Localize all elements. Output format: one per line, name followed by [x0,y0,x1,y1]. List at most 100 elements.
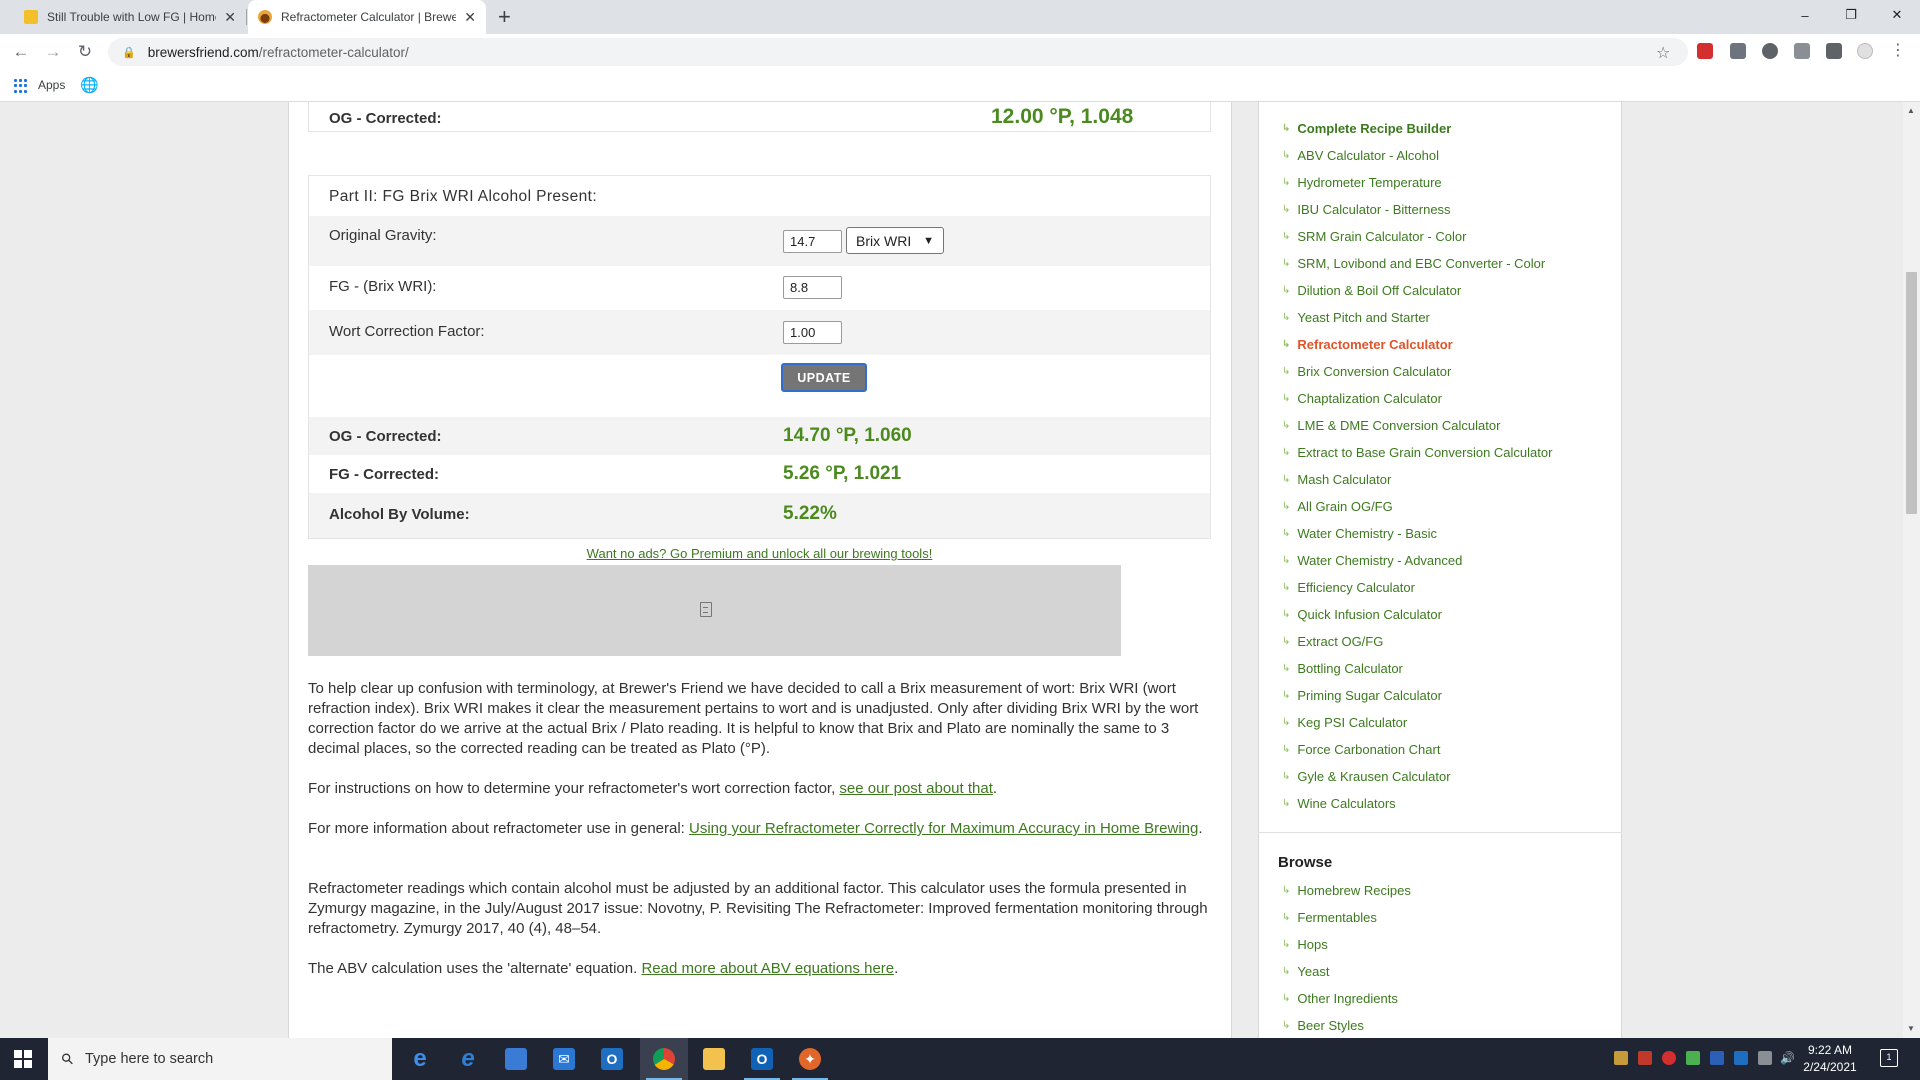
fox-app-icon[interactable]: ✦ [786,1038,834,1080]
sidebar-tool-item[interactable]: ↳ Force Carbonation Chart [1282,742,1440,757]
taskbar-search-box[interactable]: ⚲ Type here to search [48,1038,392,1080]
tray-network-app-icon[interactable] [1638,1051,1652,1065]
sidebar-browse-item[interactable]: ↳ Homebrew Recipes [1282,883,1411,898]
address-bar[interactable]: 🔒 brewersfriend.com/refractometer-calcul… [108,38,1688,66]
original-gravity-row: Original Gravity: 14.7 Brix WRI ▼ [308,216,1211,266]
back-arrow-icon[interactable]: ← [10,41,32,63]
tab-refractometer-calculator[interactable]: Refractometer Calculator | Brewe ✕ [248,0,486,34]
scrollbar-thumb[interactable] [1906,272,1917,514]
sidebar-tool-item[interactable]: ↳ Bottling Calculator [1282,661,1403,676]
arrow-icon: ↳ [1282,447,1291,458]
internet-explorer-app-icon[interactable]: e [444,1038,492,1080]
tray-network-icon[interactable] [1758,1051,1772,1065]
brewers-friend-favicon-icon [258,10,272,24]
taskbar-clock[interactable]: 9:22 AM 2/24/2021 [1790,1042,1870,1076]
sidebar-tool-label: IBU Calculator - Bitterness [1297,202,1451,217]
chrome-app-icon[interactable] [640,1038,688,1080]
update-button[interactable]: UPDATE [781,363,867,392]
file-explorer-app-icon[interactable] [690,1038,738,1080]
sidebar-tool-item[interactable]: ↳ Chaptalization Calculator [1282,391,1442,406]
fg-brix-input[interactable]: 8.8 [783,276,842,299]
sidebar-browse-item[interactable]: ↳ Hops [1282,937,1328,952]
sidebar-tool-item[interactable]: ↳ Mash Calculator [1282,472,1391,487]
chevron-down-icon: ▼ [923,234,934,247]
scroll-down-arrow-icon[interactable]: ▼ [1907,1024,1915,1033]
close-icon[interactable]: ✕ [224,9,236,26]
tray-shield-icon[interactable] [1686,1051,1700,1065]
bookmarks-bar: Apps 🌐 [0,70,1920,102]
page-scrollbar[interactable] [1903,102,1920,1038]
sidebar-tool-item[interactable]: ↳ Gyle & Krausen Calculator [1282,769,1451,784]
new-tab-button[interactable]: + [498,4,511,30]
forward-arrow-icon[interactable]: → [42,41,64,63]
sidebar-tool-item[interactable]: ↳ Extract to Base Grain Conversion Calcul… [1282,445,1552,460]
sidebar-tool-item[interactable]: ↳ Quick Infusion Calculator [1282,607,1442,622]
apps-bookmark[interactable]: Apps [38,78,65,92]
sidebar-browse-item[interactable]: ↳ Other Ingredients [1282,991,1398,1006]
scroll-up-arrow-icon[interactable]: ▲ [1907,106,1915,115]
tray-word-icon[interactable] [1710,1051,1724,1065]
sidebar-tool-item[interactable]: ↳ Water Chemistry - Advanced [1282,553,1462,568]
sidebar-tool-item[interactable]: ↳ Wine Calculators [1282,796,1396,811]
wort-correction-input[interactable]: 1.00 [783,321,842,344]
outlook-running-app-icon[interactable]: O [738,1038,786,1080]
sidebar-tool-item[interactable]: ↳ Extract OG/FG [1282,634,1383,649]
arrow-icon: ↳ [1282,993,1291,1004]
sidebar-tool-item[interactable]: ↳ Yeast Pitch and Starter [1282,310,1430,325]
apps-grid-icon[interactable] [14,79,28,93]
sidebar-tool-item[interactable]: ↳ SRM, Lovibond and EBC Converter - Color [1282,256,1545,271]
arrow-icon: ↳ [1282,939,1291,950]
mail-app-icon[interactable]: ✉ [540,1038,588,1080]
sidebar-tool-item[interactable]: ↳ All Grain OG/FG [1282,499,1393,514]
outlook-app-icon[interactable]: O [588,1038,636,1080]
sidebar-tool-item[interactable]: ↳ Dilution & Boil Off Calculator [1282,283,1461,298]
sidebar-tool-item[interactable]: ↳ SRM Grain Calculator - Color [1282,229,1466,244]
minimize-button[interactable]: – [1782,0,1828,30]
sidebar-tool-item[interactable]: ↳ Efficiency Calculator [1282,580,1415,595]
sidebar-tool-item[interactable]: ↳ IBU Calculator - Bitterness [1282,202,1451,217]
close-window-button[interactable]: ✕ [1874,0,1920,30]
go-premium-link[interactable]: Want no ads? Go Premium and unlock all o… [308,546,1211,561]
sidebar-tool-item[interactable]: ↳ Water Chemistry - Basic [1282,526,1437,541]
windows-start-icon[interactable] [14,1050,32,1068]
abv-equations-link[interactable]: Read more about ABV equations here [641,960,894,977]
profile-avatar-icon[interactable] [1857,43,1873,59]
refractometer-accuracy-link[interactable]: Using your Refractometer Correctly for M… [689,820,1198,837]
sidebar-tool-item[interactable]: ↳ LME & DME Conversion Calculator [1282,418,1500,433]
maximize-button[interactable]: ❐ [1828,0,1874,30]
circle-extension-icon[interactable] [1762,43,1778,59]
edge-app-icon[interactable]: e [396,1038,444,1080]
wcf-post-link[interactable]: see our post about that [839,780,992,797]
store-app-icon[interactable] [492,1038,540,1080]
original-gravity-unit-select[interactable]: Brix WRI ▼ [846,227,944,254]
sidebar-tool-item[interactable]: ↳ ABV Calculator - Alcohol [1282,148,1439,163]
screen-extension-icon[interactable] [1794,43,1810,59]
sidebar-tool-item[interactable]: ↳ Brix Conversion Calculator [1282,364,1451,379]
sidebar-browse-item[interactable]: ↳ Yeast [1282,964,1329,979]
globe-icon[interactable]: 🌐 [80,76,99,94]
sidebar-browse-item[interactable]: ↳ Fermentables [1282,910,1377,925]
acrobat-extension-icon[interactable] [1697,43,1713,59]
tab-still-trouble[interactable]: Still Trouble with Low FG | Home ✕ [14,0,246,34]
sidebar-tool-item[interactable]: ↳ Hydrometer Temperature [1282,175,1442,190]
sidebar-tool-item[interactable]: ↳ Priming Sugar Calculator [1282,688,1442,703]
original-gravity-input[interactable]: 14.7 [783,230,842,253]
og-corrected-value: 14.70 °P, 1.060 [783,425,912,446]
close-icon[interactable]: ✕ [464,9,476,26]
part1-og-corrected-row: OG - Corrected: 12.00 °P, 1.048 [308,102,1211,132]
puzzle-extension-icon[interactable] [1826,43,1842,59]
sidebar-tool-item[interactable]: ↳ Complete Recipe Builder [1282,121,1451,136]
skype-extension-icon[interactable] [1730,43,1746,59]
menu-kebab-icon[interactable]: ⋮ [1890,43,1906,59]
sidebar-tool-label: Dilution & Boil Off Calculator [1297,283,1462,298]
reload-icon[interactable]: ↻ [74,41,96,63]
tray-red-app-icon[interactable] [1662,1051,1676,1065]
tray-mail-icon[interactable] [1614,1051,1628,1065]
sidebar-browse-label: Yeast [1297,964,1330,979]
bookmark-star-icon[interactable]: ☆ [1656,43,1670,63]
sidebar-tool-item[interactable]: ↳ Refractometer Calculator [1282,337,1453,352]
sidebar-tool-item[interactable]: ↳ Keg PSI Calculator [1282,715,1407,730]
sidebar-browse-item[interactable]: ↳ Beer Styles [1282,1018,1364,1033]
tray-outlook-icon[interactable] [1734,1051,1748,1065]
notification-center-icon[interactable]: 1 [1880,1049,1898,1067]
